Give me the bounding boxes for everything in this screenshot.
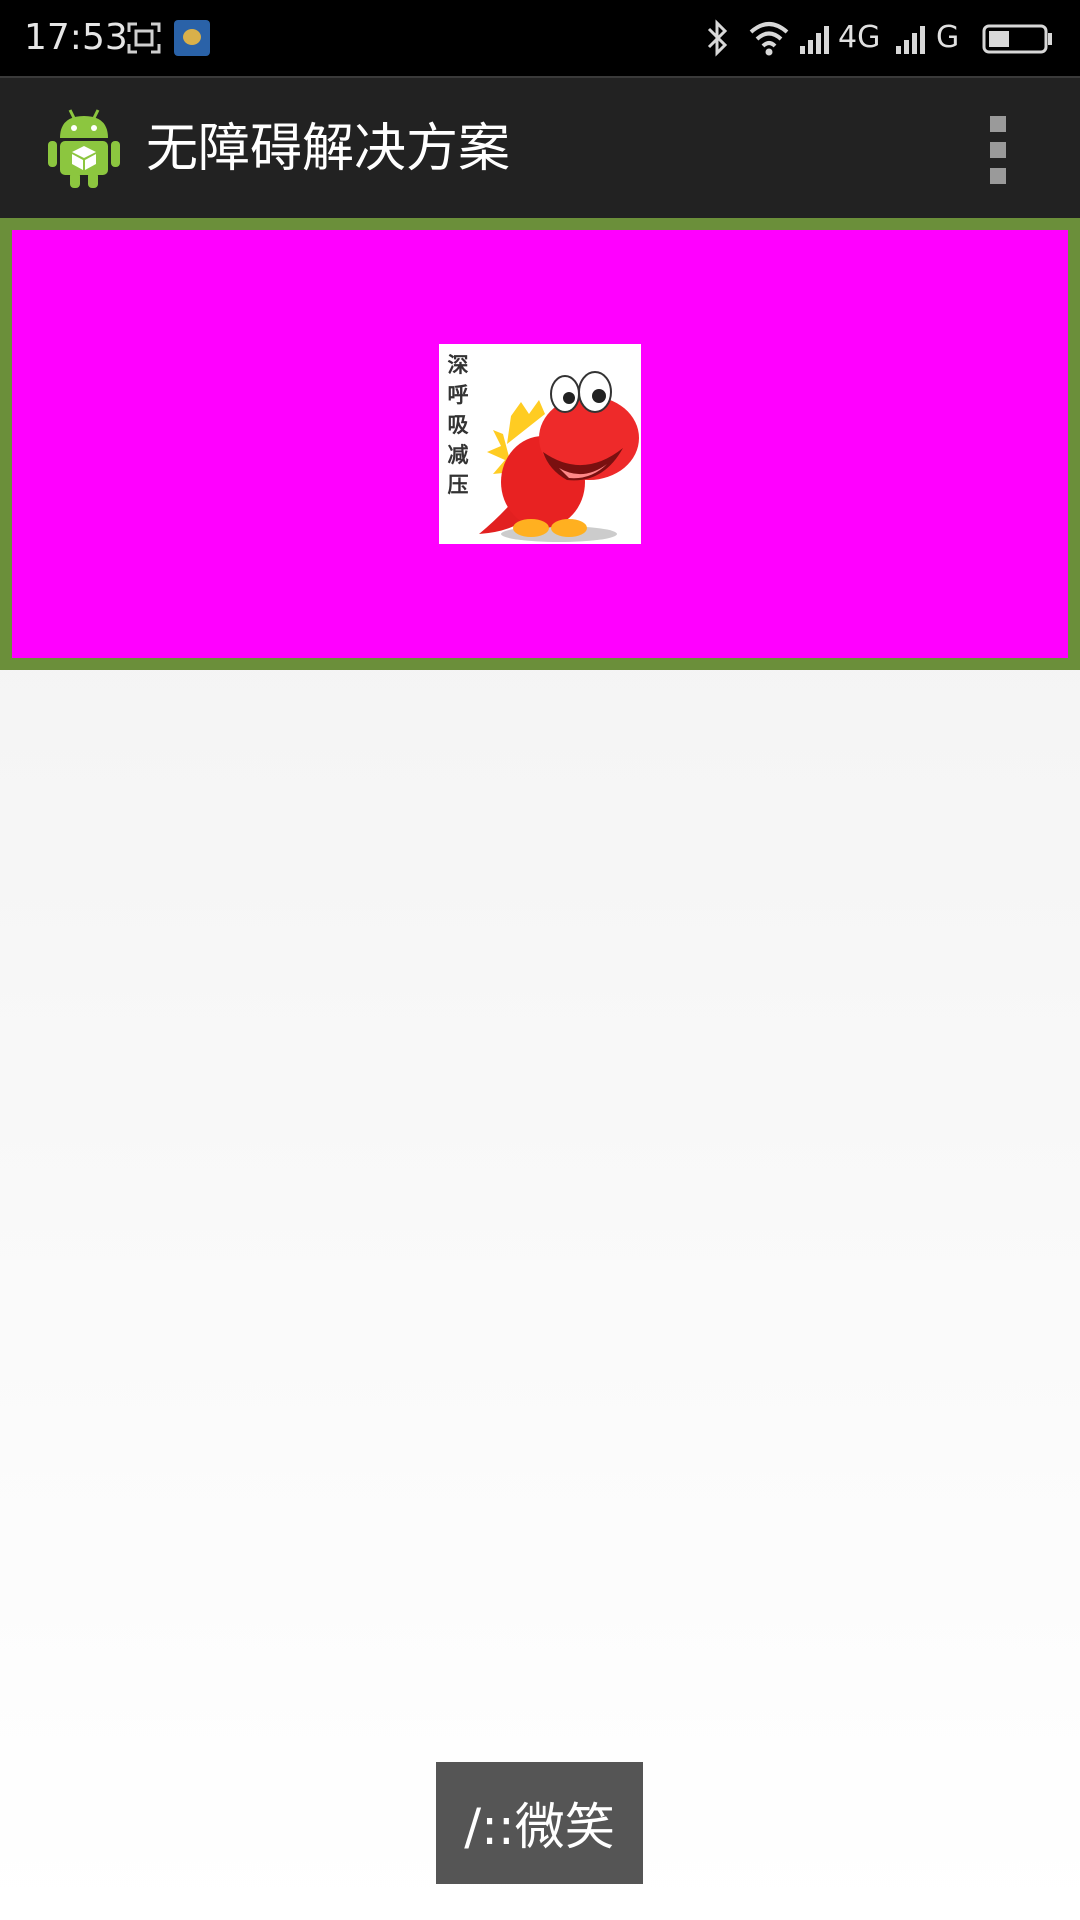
overflow-dot [990, 168, 1006, 184]
wifi-icon [749, 22, 789, 56]
overflow-dot [990, 142, 1006, 158]
bluetooth-icon [707, 19, 728, 57]
network-type-label: 4G [838, 20, 881, 55]
screenshot-icon [127, 22, 161, 54]
app-title: 无障碍解决方案 [146, 119, 511, 179]
network-type-label: G [936, 20, 960, 55]
action-bar: 无障碍解决方案 [0, 76, 1080, 218]
app-notification-icon [174, 20, 210, 56]
sticker-caption: 深呼吸减压 [447, 353, 469, 497]
battery-icon [982, 24, 1052, 54]
signal-icon [896, 26, 925, 54]
red-dinosaur-sticker[interactable]: 深呼吸减压 [439, 344, 641, 544]
dinosaur-icon [479, 371, 639, 542]
overflow-menu-icon[interactable] [968, 114, 1028, 186]
overflow-dot [990, 116, 1006, 132]
signal-icon [800, 26, 829, 54]
status-time: 17:53 [24, 17, 128, 58]
toast-message: /::微笑 [436, 1762, 643, 1884]
status-bar: 17:53 4G G [0, 0, 1080, 76]
android-robot-icon[interactable] [46, 106, 122, 190]
